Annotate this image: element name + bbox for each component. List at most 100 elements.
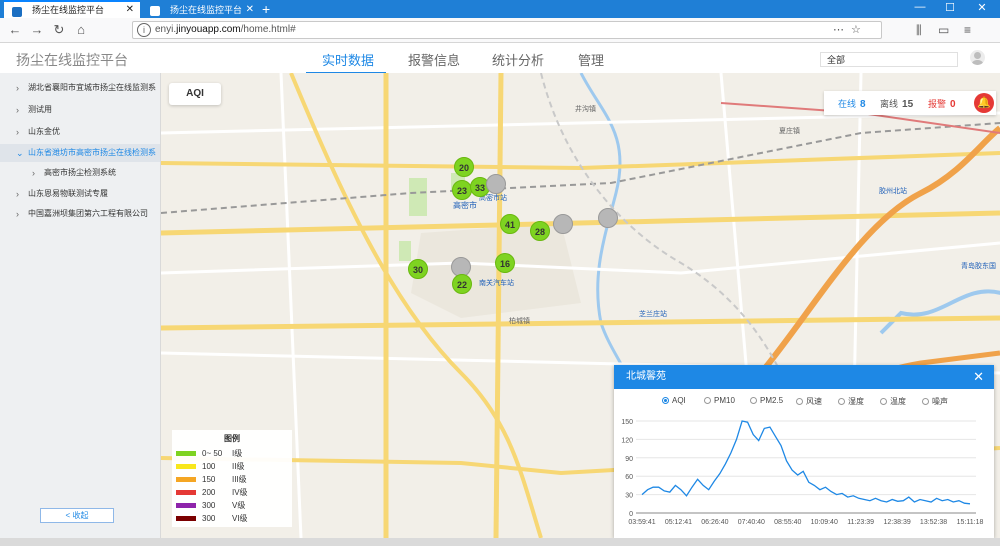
close-tab-icon[interactable]: ✕ [126,2,134,18]
legend-level: II级 [232,462,245,471]
offline-count[interactable]: 离线 15 [880,97,913,110]
legend-level: III级 [232,475,247,484]
popup-header: 北城馨苑 ✕ [614,365,994,389]
place-label: 胶州北站 [879,186,907,195]
close-icon[interactable]: ✕ [973,365,984,389]
chevron-right-icon: › [16,209,19,219]
expressway [758,125,1000,375]
sidebar-toggle-icon[interactable]: ▭ [938,23,949,37]
tab-statistics[interactable]: 统计分析 [492,50,544,69]
tree-item-project[interactable]: › 湖北省襄阳市宜城市扬尘在线监测系 [0,79,160,97]
radio-wind-speed[interactable]: 风速 [796,396,822,407]
browser-tab-inactive[interactable]: 扬尘在线监控平台 ✕ [142,2,260,18]
favicon-icon [12,7,22,17]
legend-swatch [176,477,196,482]
tree-item-project[interactable]: › 测试用 [0,101,160,119]
place-label: 青岛胶东国 [961,261,996,270]
tree-item-project[interactable]: › 山东恩易物联测试专履 [0,185,160,203]
monitor-marker[interactable]: 16 [495,253,515,273]
legend-level: IV级 [232,488,248,497]
chevron-right-icon: › [16,83,19,93]
app-title: 扬尘在线监控平台 [16,52,128,68]
monitor-marker-offline[interactable] [598,208,618,228]
radio-noise[interactable]: 噪声 [922,396,948,407]
sidebar: › 湖北省襄阳市宜城市扬尘在线监测系 › 测试用 › 山东金优 ⌄ 山东省潍坊市高密市扬… [0,73,161,538]
forward-icon[interactable]: → [28,21,46,39]
monitor-marker[interactable]: 22 [452,274,472,294]
highway [161,315,1000,331]
aqi-line-chart: 0 30 60 90 120 150 03:59:41 05:12:41 06:26:40 07:… [621,419,984,526]
x-tick-label: 15:11:18 [957,519,984,526]
x-tick-label: 05:12:41 [665,519,692,526]
online-count[interactable]: 在线 8 [838,97,866,110]
legend-title: 图例 [224,434,240,443]
url-text: enyi.jinyouapp.com/home.html# [155,24,296,35]
x-tick-label: 03:59:41 [628,519,655,526]
tree-item-project[interactable]: › 山东金优 [0,123,160,141]
tree-item-subsystem[interactable]: › 高密市扬尘检测系统 [0,164,160,182]
device-status-panel: 在线 8 离线 15 报警 0 🔔 [824,91,996,115]
close-tab-icon[interactable]: ✕ [246,2,254,18]
legend-swatch [176,451,196,456]
minimize-icon[interactable]: — [906,1,934,13]
x-tick-label: 13:52:38 [920,519,947,526]
monitor-marker[interactable]: 41 [500,214,520,234]
x-tick-label: 06:26:40 [701,519,728,526]
radio-humidity[interactable]: 湿度 [838,396,864,407]
tab-management[interactable]: 管理 [578,50,604,69]
monitor-marker-offline[interactable] [486,174,506,194]
legend-swatch [176,490,196,495]
legend-swatch [176,464,196,469]
bell-icon[interactable]: 🔔 [974,93,994,113]
radio-temperature[interactable]: 温度 [880,396,906,407]
maximize-icon[interactable]: ☐ [936,1,964,14]
alarm-count[interactable]: 报警 0 [928,97,956,110]
radio-pm25[interactable]: PM2.5 [750,396,783,405]
legend-range: 0~ 50 [202,449,223,458]
avatar[interactable] [970,50,985,65]
tab-alarm-info[interactable]: 报警信息 [408,50,460,69]
site-info-icon[interactable]: i [137,23,151,37]
browser-tab-active[interactable]: 扬尘在线监控平台 ✕ [4,0,140,18]
library-icon[interactable]: ⫼ [916,23,922,38]
y-tick-label: 30 [625,493,633,500]
url-bar[interactable]: i enyi.jinyouapp.com/home.html# ⋯ ☆ [132,21,882,39]
tree-item-label: 中国嘉洲坝集团第六工程有限公司 [28,209,148,218]
x-tick-label: 11:23:39 [847,519,874,526]
legend-level: I级 [232,449,243,458]
collapse-sidebar-button[interactable]: < 收起 [40,508,114,523]
browser-status-bar [0,538,1000,546]
monitor-marker[interactable]: 30 [408,259,428,279]
monitor-marker[interactable]: 28 [530,221,550,241]
page-actions-icon[interactable]: ⋯ [833,23,844,36]
minor-road [161,241,1000,275]
radio-pm10[interactable]: PM10 [704,396,735,405]
bookmark-star-icon[interactable]: ☆ [851,23,861,36]
monitor-marker[interactable]: 23 [452,180,472,200]
chevron-right-icon: › [16,127,19,137]
menu-icon[interactable]: ≡ [964,23,971,37]
monitor-marker[interactable]: 20 [454,157,474,177]
new-tab-icon[interactable]: + [262,1,270,17]
browser-toolbar: ← → ↻ ⌂ i enyi.jinyouapp.com/home.html# … [0,18,1000,43]
reload-icon[interactable]: ↻ [50,21,68,39]
station-popup: 北城馨苑 ✕ AQI PM10 PM2.5 风速 湿度 温度 噪声 0 30 60 9… [614,365,994,538]
monitor-marker-offline[interactable] [553,214,573,234]
aqi-layer-tab[interactable]: AQI [169,83,221,105]
radio-aqi[interactable]: AQI [662,396,686,405]
region-filter-select[interactable]: 全部 [820,52,958,67]
back-icon[interactable]: ← [6,21,24,39]
tab-realtime-data[interactable]: 实时数据 [322,50,374,69]
tree-item-label: 测试用 [28,105,52,114]
window-close-icon[interactable]: ✕ [968,1,996,14]
minor-road [161,111,1000,135]
home-icon[interactable]: ⌂ [72,21,90,39]
legend-row: 100 II级 [176,461,288,473]
park-area [399,241,411,261]
tree-item-project[interactable]: › 中国嘉洲坝集团第六工程有限公司 [0,205,160,223]
tree-item-project-selected[interactable]: ⌄ 山东省潍坊市高密市扬尘在线检测系 [0,144,160,162]
tree-item-label: 湖北省襄阳市宜城市扬尘在线监测系 [28,83,156,92]
chevron-down-icon: ⌄ [16,148,24,158]
legend-level: VI级 [232,514,248,523]
x-tick-label: 12:38:39 [883,519,910,526]
